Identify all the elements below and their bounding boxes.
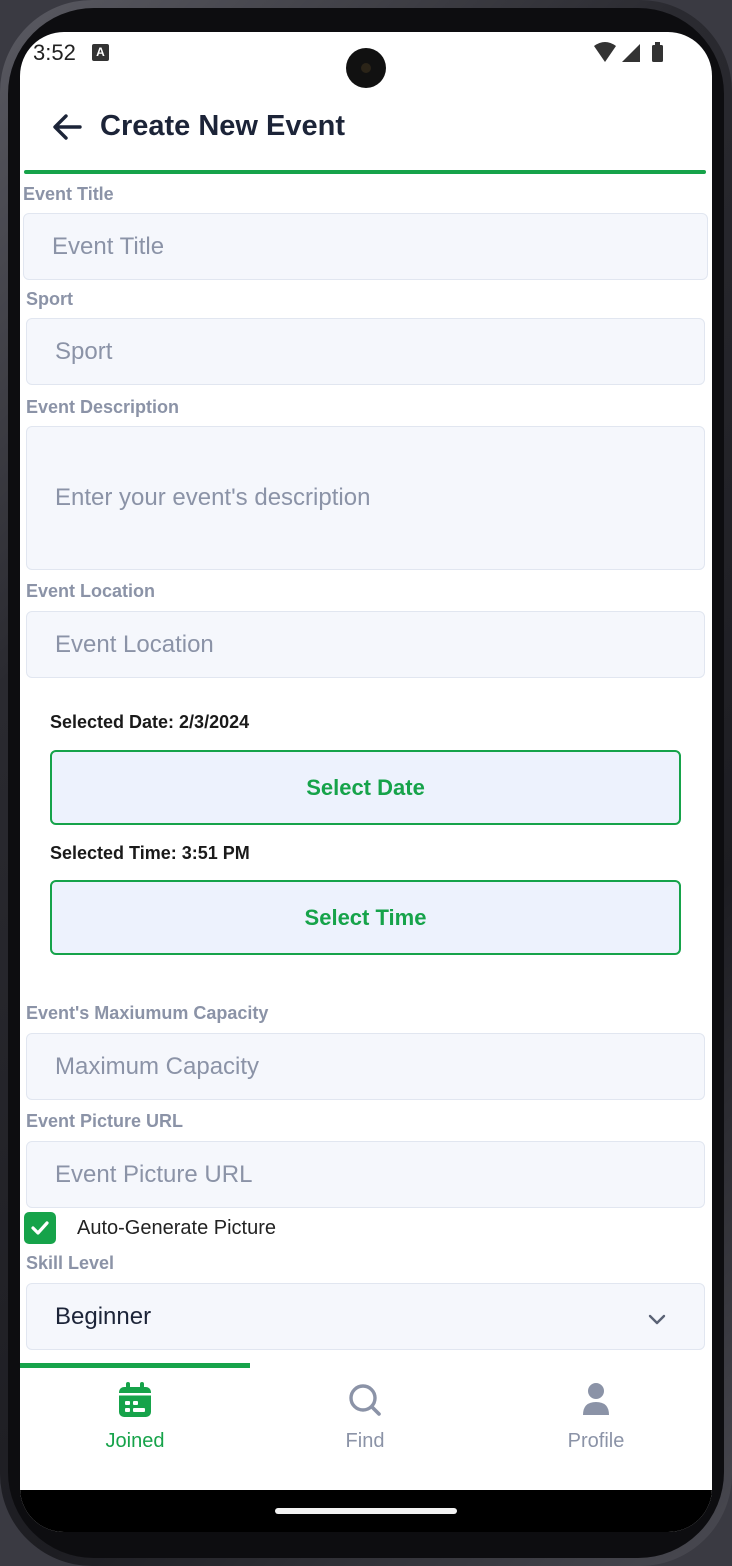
status-icons	[594, 42, 663, 62]
description-input[interactable]: Enter your event's description	[26, 426, 705, 570]
event-title-label: Event Title	[23, 184, 114, 204]
sport-label: Sport	[26, 289, 73, 309]
skill-level-dropdown[interactable]: Beginner	[26, 1283, 705, 1350]
event-title-input[interactable]: Event Title	[23, 213, 708, 280]
screen: 3:52 A Create New Event Event Title Even…	[20, 32, 712, 1532]
location-input[interactable]: Event Location	[26, 611, 705, 678]
chevron-down-icon	[648, 1314, 666, 1325]
auto-generate-label: Auto-Generate Picture	[77, 1217, 276, 1239]
nav-label-profile: Profile	[567, 1430, 625, 1452]
system-nav-bar	[20, 1490, 712, 1532]
calendar-icon	[119, 1382, 151, 1417]
search-icon	[349, 1384, 381, 1416]
person-icon	[583, 1383, 609, 1415]
capacity-label: Event's Maxiumum Capacity	[26, 1003, 269, 1023]
auto-generate-checkbox[interactable]	[24, 1212, 56, 1244]
nav-item-find[interactable]: Find	[250, 1368, 480, 1492]
checkmark-icon	[31, 1221, 49, 1235]
signal-icon	[622, 44, 640, 62]
app-header: Create New Event	[20, 88, 712, 168]
status-time: 3:52	[33, 40, 76, 65]
select-date-button[interactable]: Select Date	[50, 750, 681, 825]
front-camera	[346, 48, 386, 88]
home-indicator[interactable]	[275, 1508, 457, 1514]
picture-url-input[interactable]: Event Picture URL	[26, 1141, 705, 1208]
selected-date-text: Selected Date: 2/3/2024	[50, 712, 250, 732]
description-label: Event Description	[26, 397, 180, 417]
location-label: Event Location	[26, 581, 156, 601]
page-title: Create New Event	[100, 110, 345, 142]
battery-icon	[652, 45, 663, 62]
bottom-nav: Joined Find Profile	[20, 1368, 712, 1492]
nav-item-joined[interactable]: Joined	[20, 1368, 250, 1492]
status-bar: 3:52 A	[20, 32, 712, 88]
skill-level-value: Beginner	[55, 1302, 152, 1330]
header-divider	[24, 170, 706, 174]
wifi-icon	[594, 42, 616, 62]
nav-item-profile[interactable]: Profile	[481, 1368, 711, 1492]
notification-icon: A	[92, 44, 109, 61]
back-arrow-icon[interactable]	[50, 110, 84, 144]
capacity-input[interactable]: Maximum Capacity	[26, 1033, 705, 1100]
skill-level-label: Skill Level	[26, 1253, 115, 1273]
nav-label-find: Find	[345, 1430, 385, 1452]
selected-time-text: Selected Time: 3:51 PM	[50, 843, 250, 863]
picture-url-label: Event Picture URL	[26, 1111, 184, 1131]
nav-label-joined: Joined	[105, 1430, 165, 1452]
sport-input[interactable]: Sport	[26, 318, 705, 385]
select-time-button[interactable]: Select Time	[50, 880, 681, 955]
